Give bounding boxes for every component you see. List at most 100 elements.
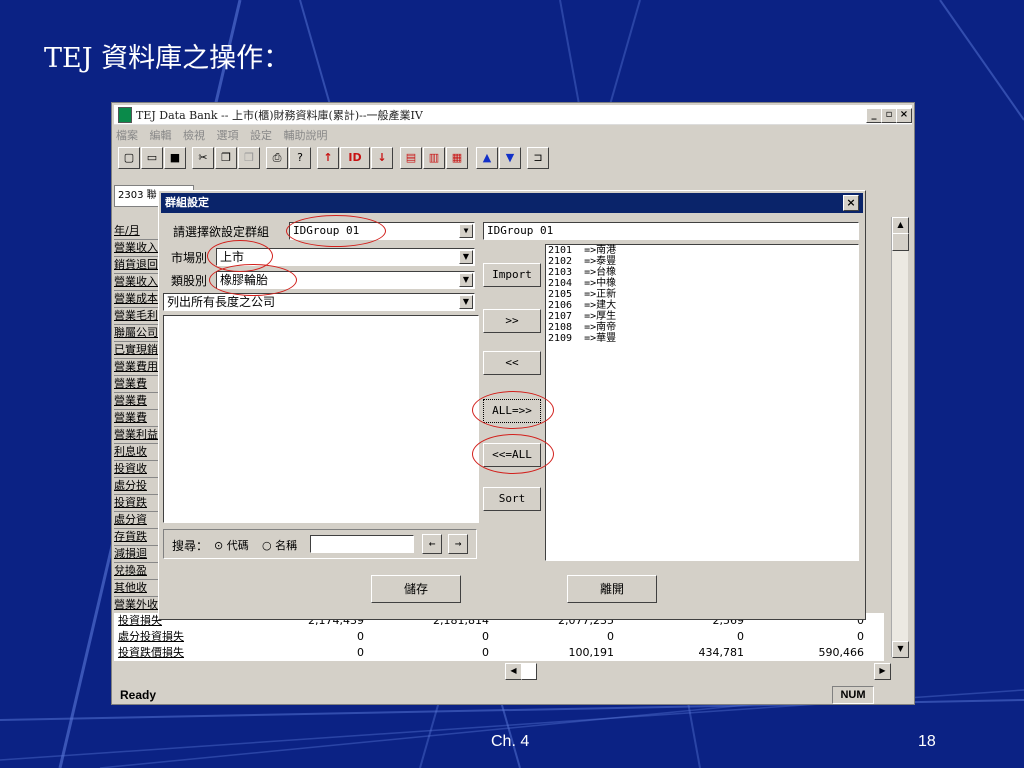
scroll-right-icon[interactable]: ▶ bbox=[874, 663, 891, 680]
menu-settings[interactable]: 設定 bbox=[250, 129, 272, 142]
chevron-down-icon[interactable]: ▼ bbox=[459, 295, 473, 309]
cell: 590,466 bbox=[818, 646, 865, 659]
list-filter-value: 列出所有長度之公司 bbox=[167, 295, 276, 309]
industry-select-value: 橡膠輪胎 bbox=[220, 273, 269, 287]
cell: 0 bbox=[857, 630, 864, 643]
remove-all-button[interactable]: <<=ALL bbox=[483, 443, 541, 467]
cell: 0 bbox=[482, 630, 489, 643]
arrow-up-icon[interactable]: ▲ bbox=[476, 147, 498, 169]
num-lock-indicator: NUM bbox=[832, 686, 874, 704]
import-button[interactable]: Import bbox=[483, 263, 541, 287]
cell: 0 bbox=[607, 630, 614, 643]
list-item[interactable]: 2103 =>台橡 bbox=[546, 267, 858, 278]
list-item[interactable]: 2109 =>華豐 bbox=[546, 333, 858, 344]
window-titlebar[interactable]: TEJ Data Bank -- 上市(櫃)財務資料庫(累計)--一般產業IV … bbox=[114, 105, 912, 125]
menu-options[interactable]: 選項 bbox=[217, 129, 239, 142]
status-bar: Ready NUM bbox=[114, 686, 912, 704]
scroll-left-icon[interactable]: ◀ bbox=[505, 663, 522, 680]
available-company-list[interactable] bbox=[163, 315, 479, 523]
id-sort-icon[interactable]: ↓ bbox=[371, 147, 393, 169]
table-row: 處分投資損失 0 0 0 0 0 bbox=[114, 629, 884, 645]
table-mid-icon[interactable]: ▥ bbox=[423, 147, 445, 169]
group-select[interactable]: IDGroup 01 ▼ bbox=[289, 222, 475, 240]
id-icon[interactable]: ID bbox=[340, 147, 370, 169]
menu-file[interactable]: 檔案 bbox=[116, 129, 138, 142]
minimize-button[interactable]: _ bbox=[866, 108, 882, 123]
save-icon[interactable]: ■ bbox=[164, 147, 186, 169]
cell: 0 bbox=[482, 646, 489, 659]
paste-icon[interactable]: ❒ bbox=[238, 147, 260, 169]
list-item[interactable]: 2102 =>泰豐 bbox=[546, 256, 858, 267]
market-label: 市場別 bbox=[171, 251, 208, 265]
maximize-button[interactable]: ▫ bbox=[881, 108, 897, 123]
cell: 0 bbox=[737, 630, 744, 643]
list-item[interactable]: 2104 =>中橡 bbox=[546, 278, 858, 289]
close-button[interactable]: × bbox=[896, 108, 912, 123]
sort-button[interactable]: Sort bbox=[483, 487, 541, 511]
scroll-down-icon[interactable]: ▼ bbox=[892, 641, 909, 658]
status-text: Ready bbox=[120, 688, 157, 702]
row-label: 處分投資損失 bbox=[118, 630, 184, 643]
group-prompt-label: 請選擇欲設定群組 bbox=[173, 225, 270, 239]
industry-label: 類股別 bbox=[171, 274, 208, 288]
list-item[interactable]: 2105 =>正新 bbox=[546, 289, 858, 300]
help-icon[interactable]: ? bbox=[289, 147, 311, 169]
menu-edit[interactable]: 編輯 bbox=[150, 129, 172, 142]
search-panel: 搜尋： ⊙ 代碼 ○ 名稱 ← → bbox=[163, 529, 477, 559]
search-label: 搜尋： bbox=[172, 539, 209, 553]
cell: 0 bbox=[357, 630, 364, 643]
dialog-close-button[interactable]: × bbox=[843, 195, 859, 211]
remove-button[interactable]: << bbox=[483, 351, 541, 375]
scroll-up-icon[interactable]: ▲ bbox=[892, 217, 909, 234]
save-button[interactable]: 儲存 bbox=[371, 575, 461, 603]
chevron-down-icon[interactable]: ▼ bbox=[459, 250, 473, 264]
cut-icon[interactable]: ✂ bbox=[192, 147, 214, 169]
vertical-scrollbar[interactable]: ▲ ▼ bbox=[891, 217, 909, 658]
slide-title: TEJ 資料庫之操作： bbox=[44, 43, 291, 74]
search-input[interactable] bbox=[310, 535, 414, 553]
list-filter-select[interactable]: 列出所有長度之公司 ▼ bbox=[163, 293, 475, 311]
market-select-value: 上市 bbox=[220, 250, 245, 264]
group-settings-dialog: 群組設定 × 請選擇欲設定群組 IDGroup 01 ▼ 市場別 上市 ▼ 類股… bbox=[158, 190, 866, 620]
table-right-icon[interactable]: ▦ bbox=[446, 147, 468, 169]
chevron-down-icon[interactable]: ▼ bbox=[459, 273, 473, 287]
window-title: TEJ Data Bank -- 上市(櫃)財務資料庫(累計)--一般產業IV bbox=[136, 109, 423, 122]
footer-page-number: 18 bbox=[918, 733, 936, 750]
cell: 0 bbox=[357, 646, 364, 659]
new-icon[interactable]: ▢ bbox=[118, 147, 140, 169]
footer-chapter: Ch. 4 bbox=[491, 733, 530, 750]
prev-arrow-button[interactable]: ← bbox=[422, 534, 442, 554]
hscroll-thumb[interactable] bbox=[521, 663, 537, 680]
add-button[interactable]: >> bbox=[483, 309, 541, 333]
restore-icon[interactable]: ⊐ bbox=[527, 147, 549, 169]
next-arrow-button[interactable]: → bbox=[448, 534, 468, 554]
toolbar: ▢ ▭ ■ ✂ ❐ ❒ ⎙ ? ↑ ID ↓ ▤ ▥ ▦ ▲ ▼ ⊐ bbox=[116, 147, 912, 171]
exit-button[interactable]: 離開 bbox=[567, 575, 657, 603]
menu-help[interactable]: 輔助說明 bbox=[284, 129, 328, 142]
target-group-title: IDGroup 01 bbox=[483, 222, 859, 240]
sort-asc-icon[interactable]: ↑ bbox=[317, 147, 339, 169]
menu-bar: 檔案 編輯 檢視 選項 設定 輔助說明 bbox=[116, 127, 336, 143]
list-item[interactable]: 2101 =>南港 bbox=[546, 245, 858, 256]
app-icon bbox=[118, 107, 132, 123]
copy-icon[interactable]: ❐ bbox=[215, 147, 237, 169]
scroll-thumb[interactable] bbox=[892, 233, 909, 251]
list-item[interactable]: 2107 =>厚生 bbox=[546, 311, 858, 322]
open-icon[interactable]: ▭ bbox=[141, 147, 163, 169]
industry-select[interactable]: 橡膠輪胎 ▼ bbox=[216, 271, 475, 289]
list-item[interactable]: 2106 =>建大 bbox=[546, 300, 858, 311]
cell: 100,191 bbox=[568, 646, 615, 659]
row-label: 投資損失 bbox=[118, 614, 162, 627]
print-icon[interactable]: ⎙ bbox=[266, 147, 288, 169]
add-all-button[interactable]: ALL=>> bbox=[483, 399, 541, 423]
radio-name[interactable]: ○ 名稱 bbox=[262, 537, 297, 553]
menu-view[interactable]: 檢視 bbox=[183, 129, 205, 142]
arrow-down-icon[interactable]: ▼ bbox=[499, 147, 521, 169]
market-select[interactable]: 上市 ▼ bbox=[216, 248, 475, 266]
radio-code-label: 代碼 bbox=[226, 539, 249, 552]
list-item[interactable]: 2108 =>南帝 bbox=[546, 322, 858, 333]
table-left-icon[interactable]: ▤ bbox=[400, 147, 422, 169]
radio-code[interactable]: ⊙ 代碼 bbox=[214, 537, 249, 553]
chevron-down-icon[interactable]: ▼ bbox=[459, 224, 473, 238]
selected-company-list[interactable]: 2101 =>南港 2102 =>泰豐 2103 =>台橡 2104 =>中橡 2105… bbox=[545, 244, 859, 561]
